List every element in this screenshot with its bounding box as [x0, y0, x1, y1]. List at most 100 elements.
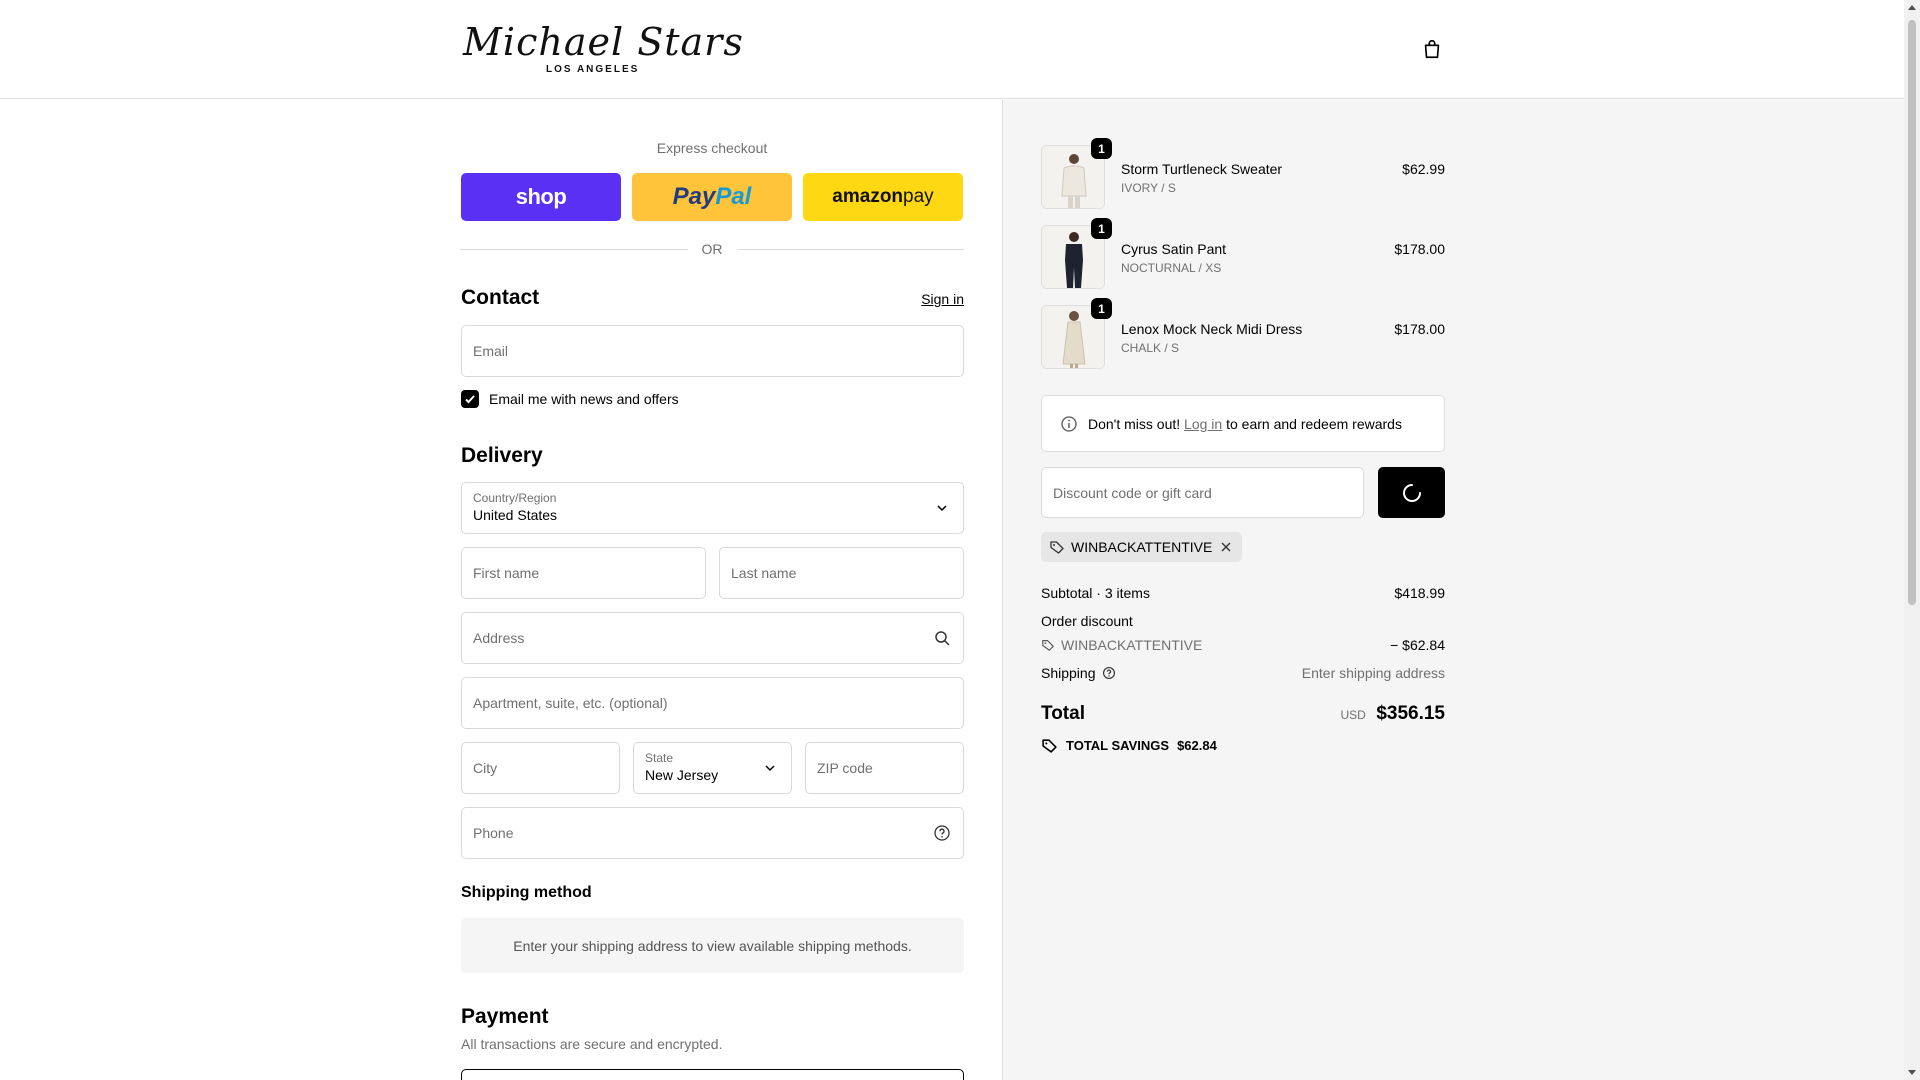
shipping-method-notice: Enter your shipping address to view avai… — [461, 918, 964, 973]
express-checkout-title: Express checkout — [656, 140, 768, 156]
site-header: Michael Stars LOS ANGELES — [0, 0, 1904, 99]
first-name-placeholder: First name — [473, 565, 540, 581]
address-placeholder: Address — [473, 630, 525, 646]
scroll-up-arrow[interactable] — [1908, 5, 1916, 10]
tag-icon — [1042, 640, 1054, 651]
quantity-badge: 1 — [1091, 298, 1112, 319]
zip-field[interactable]: ZIP code — [805, 742, 964, 794]
product-price: $178.00 — [1394, 241, 1445, 257]
line-item: 1 Storm Turtleneck Sweater IVORY / S $62… — [1041, 138, 1445, 209]
payment-heading: Payment — [461, 1005, 549, 1028]
order-discount-label: Order discount — [1041, 613, 1133, 629]
quantity-badge: 1 — [1091, 218, 1112, 239]
country-select[interactable]: Country/Region United States — [461, 482, 964, 534]
shipping-method-message: Enter your shipping address to view avai… — [513, 937, 912, 954]
city-field[interactable]: City — [461, 742, 620, 794]
paypal-button[interactable]: Pay Pal — [632, 173, 792, 221]
applied-code: WINBACKATTENTIVE — [1071, 539, 1213, 555]
savings-value: $62.84 — [1177, 738, 1217, 753]
payment-methods-box[interactable] — [461, 1069, 964, 1080]
discount-code-label: WINBACKATTENTIVE — [1061, 637, 1203, 653]
email-field[interactable]: Email — [461, 325, 964, 377]
product-price: $62.99 — [1402, 161, 1445, 177]
checkmark-icon — [465, 395, 475, 404]
savings-label: TOTAL SAVINGS — [1066, 738, 1170, 753]
newsletter-label: Email me with news and offers — [489, 391, 679, 407]
phone-field[interactable]: Phone — [461, 807, 964, 859]
page-scrollbar[interactable] — [1904, 0, 1920, 1080]
payment-subtitle: All transactions are secure and encrypte… — [461, 1036, 723, 1052]
total-savings: TOTAL SAVINGS $62.84 — [1041, 737, 1217, 754]
rewards-banner: Don't miss out! Log in to earn and redee… — [1041, 395, 1445, 452]
help-circle-icon[interactable] — [933, 824, 951, 842]
chevron-down-icon — [765, 765, 775, 772]
shopping-bag-icon[interactable] — [1421, 38, 1443, 60]
subtotal-value: $418.99 — [1394, 585, 1445, 601]
contact-heading: Contact — [461, 286, 540, 309]
newsletter-checkbox[interactable] — [461, 390, 479, 408]
country-value: United States — [473, 507, 558, 523]
total-value: $356.15 — [1376, 703, 1445, 724]
subtotal-row: Subtotal · 3 items $418.99 — [1041, 585, 1445, 601]
product-name: Lenox Mock Neck Midi Dress — [1121, 321, 1303, 337]
product-variant: CHALK / S — [1121, 341, 1180, 355]
discount-placeholder: Discount code or gift card — [1053, 485, 1212, 501]
apartment-field[interactable]: Apartment, suite, etc. (optional) — [461, 677, 964, 729]
brand-subtitle: LOS ANGELES — [546, 64, 640, 75]
first-name-field[interactable]: First name — [461, 547, 706, 599]
shipping-method-heading: Shipping method — [461, 884, 592, 901]
rewards-login-link[interactable]: Log in — [1184, 416, 1222, 432]
paypal-label-pay: Pay — [672, 183, 716, 210]
tag-icon — [1050, 541, 1064, 554]
product-variant: NOCTURNAL / XS — [1121, 261, 1222, 275]
product-name: Cyrus Satin Pant — [1121, 241, 1227, 257]
close-icon[interactable] — [1218, 539, 1234, 555]
newsletter-checkbox-row[interactable]: Email me with news and offers — [461, 390, 679, 408]
state-label: State — [645, 751, 674, 765]
product-name: Storm Turtleneck Sweater — [1121, 161, 1283, 177]
order-discount-row: Order discount — [1041, 613, 1445, 629]
product-variant: IVORY / S — [1121, 181, 1176, 195]
total-label: Total — [1041, 703, 1085, 724]
city-placeholder: City — [473, 760, 498, 776]
total-row: Total USD $356.15 — [1041, 703, 1445, 725]
shipping-value: Enter shipping address — [1301, 665, 1445, 681]
discount-value: − $62.84 — [1390, 637, 1445, 653]
last-name-field[interactable]: Last name — [719, 547, 964, 599]
loading-spinner-icon — [1402, 483, 1421, 502]
shipping-row: Shipping Enter shipping address — [1041, 665, 1445, 681]
line-item: 1 Cyrus Satin Pant NOCTURNAL / XS $178.0… — [1041, 218, 1445, 289]
chevron-down-icon — [937, 505, 947, 512]
sign-in-link[interactable]: Sign in — [921, 291, 964, 307]
discount-code-input[interactable]: Discount code or gift card — [1041, 467, 1364, 518]
zip-placeholder: ZIP code — [817, 760, 873, 776]
amazon-pay-button[interactable]: amazon pay — [803, 173, 963, 221]
total-currency: USD — [1340, 708, 1366, 722]
tag-icon — [1042, 739, 1057, 753]
discount-code-row: WINBACKATTENTIVE − $62.84 — [1041, 637, 1445, 653]
paypal-label-pal: Pal — [715, 183, 752, 210]
scroll-down-arrow[interactable] — [1908, 1070, 1916, 1075]
delivery-heading: Delivery — [461, 444, 543, 467]
shipping-label: Shipping — [1041, 665, 1096, 681]
last-name-placeholder: Last name — [731, 565, 797, 581]
brand-logo[interactable]: Michael Stars LOS ANGELES — [463, 20, 744, 78]
shop-pay-label: shop — [515, 184, 567, 209]
info-icon — [1061, 415, 1077, 432]
state-select[interactable]: State New Jersey — [633, 742, 792, 794]
scrollbar-thumb[interactable] — [1908, 20, 1916, 605]
search-icon[interactable] — [933, 629, 951, 647]
country-label: Country/Region — [473, 491, 557, 505]
line-item: 1 Lenox Mock Neck Midi Dress CHALK / S $… — [1041, 298, 1445, 369]
phone-placeholder: Phone — [473, 825, 514, 841]
address-field[interactable]: Address — [461, 612, 964, 664]
rewards-text: Don't miss out! Log in to earn and redee… — [1088, 415, 1402, 432]
apply-discount-button[interactable] — [1378, 467, 1445, 518]
brand-name: Michael Stars — [463, 20, 744, 64]
applied-discount-chip: WINBACKATTENTIVE — [1041, 532, 1243, 562]
shop-pay-button[interactable]: shop — [461, 173, 621, 221]
state-value: New Jersey — [645, 767, 719, 783]
amazon-label: amazon — [832, 186, 904, 207]
product-price: $178.00 — [1394, 321, 1445, 337]
help-circle-icon[interactable] — [1102, 666, 1116, 680]
